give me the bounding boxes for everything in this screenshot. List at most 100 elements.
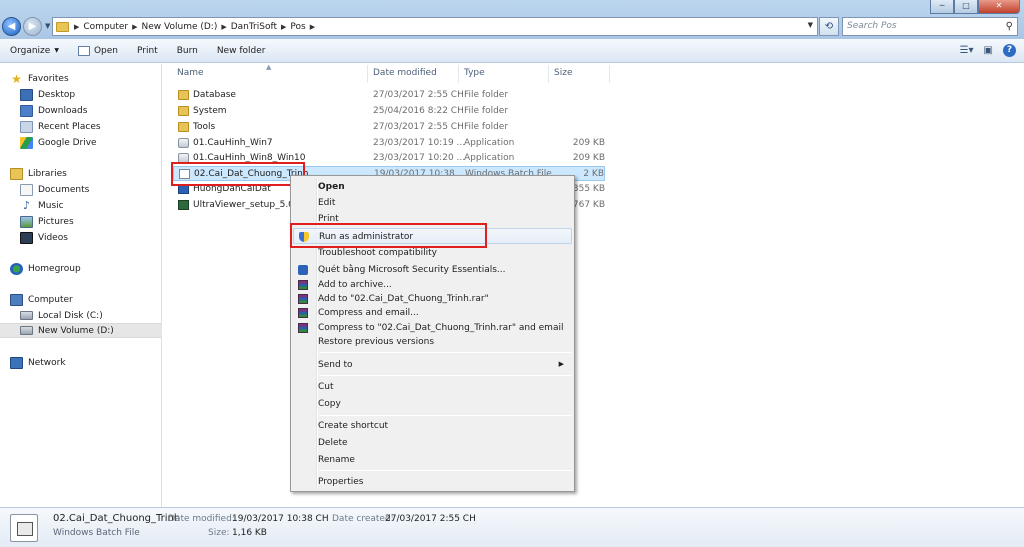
nav-documents[interactable]: Documents (0, 182, 162, 197)
nav-label: Local Disk (C:) (38, 310, 103, 321)
nav-label: Computer (28, 294, 73, 305)
nav-favorites[interactable]: ★ Favorites (0, 71, 162, 86)
print-button[interactable]: Print (137, 46, 158, 56)
menu-rename[interactable]: Rename (293, 452, 572, 468)
menu-properties[interactable]: Properties (293, 474, 572, 490)
folder-icon (178, 106, 189, 116)
winrar-icon (298, 294, 308, 304)
address-history-dropdown-icon[interactable]: ▼ (808, 21, 813, 29)
file-highlight-box (171, 162, 305, 186)
burn-button[interactable]: Burn (177, 46, 198, 56)
nav-videos[interactable]: Videos (0, 230, 162, 245)
organize-button[interactable]: Organize ▼ (10, 46, 59, 56)
breadcrumb-computer[interactable]: Computer (83, 22, 128, 32)
file-name: Tools (193, 122, 216, 132)
menu-restore-previous-versions[interactable]: Restore previous versions (293, 334, 572, 350)
menu-separator (319, 415, 572, 416)
open-label: Open (93, 45, 118, 56)
view-options-icon[interactable]: ☰▾ (960, 45, 974, 56)
menu-label: Compress and email... (318, 308, 419, 318)
column-header-name[interactable]: Name (177, 68, 204, 78)
menu-scan-mse[interactable]: Quét bằng Microsoft Security Essentials.… (293, 262, 572, 278)
column-divider[interactable] (458, 65, 459, 83)
nav-music[interactable]: ♪ Music (0, 198, 162, 213)
maximize-button[interactable]: □ (954, 0, 978, 14)
column-header-size[interactable]: Size (554, 68, 572, 78)
column-header-date[interactable]: Date modified (373, 68, 437, 78)
nav-homegroup[interactable]: Homegroup (0, 261, 162, 276)
menu-label: Add to archive... (318, 280, 392, 290)
nav-label: Desktop (38, 89, 76, 100)
close-button[interactable]: ✕ (978, 0, 1020, 14)
nav-label: Favorites (28, 73, 69, 84)
refresh-button[interactable]: ⟲ (819, 17, 839, 36)
menu-copy[interactable]: Copy (293, 396, 572, 412)
column-divider[interactable] (367, 65, 368, 83)
recent-pages-dropdown-icon[interactable]: ▼ (45, 22, 50, 30)
nav-new-volume[interactable]: New Volume (D:) (0, 323, 162, 338)
search-input[interactable]: Search Pos ⚲ (842, 17, 1018, 36)
column-header-type[interactable]: Type (464, 68, 485, 78)
folder-icon (178, 90, 189, 100)
new-folder-button[interactable]: New folder (217, 46, 266, 56)
installer-icon (178, 200, 189, 210)
file-size: 2 KB (583, 169, 604, 179)
file-type: File folder (464, 90, 509, 100)
nav-google-drive[interactable]: Google Drive (0, 135, 162, 150)
file-row-cauhinh-win7[interactable]: 01.CauHinh_Win7 23/03/2017 10:19 ... App… (173, 136, 605, 151)
run-as-admin-highlight-box (290, 223, 487, 248)
open-icon (77, 45, 90, 56)
preview-pane-icon[interactable]: ▣ (984, 45, 993, 56)
column-divider[interactable] (548, 65, 549, 83)
menu-open[interactable]: Open (293, 179, 572, 195)
nav-pictures[interactable]: Pictures (0, 214, 162, 229)
nav-libraries[interactable]: Libraries (0, 166, 162, 181)
menu-label: Edit (318, 198, 336, 208)
nav-label: Network (28, 357, 66, 368)
address-field[interactable]: ▶ Computer ▶ New Volume (D:) ▶ DanTriSof… (52, 17, 818, 36)
search-icon[interactable]: ⚲ (1006, 18, 1013, 35)
menu-edit[interactable]: Edit (293, 195, 572, 211)
chevron-right-icon[interactable]: ▶ (221, 23, 226, 31)
nav-network[interactable]: Network (0, 355, 162, 370)
nav-downloads[interactable]: Downloads (0, 103, 162, 118)
details-pane: 02.Cai_Dat_Chuong_Trinh Windows Batch Fi… (0, 507, 1024, 547)
menu-delete[interactable]: Delete (293, 435, 572, 451)
help-icon[interactable]: ? (1003, 44, 1016, 57)
menu-send-to[interactable]: Send to ▶ (293, 357, 572, 373)
file-row-database[interactable]: Database 27/03/2017 2:55 CH File folder (173, 88, 605, 103)
column-divider[interactable] (609, 65, 610, 83)
forward-button[interactable]: ▶ (23, 16, 42, 36)
open-button[interactable]: Open (77, 45, 118, 56)
file-row-tools[interactable]: Tools 27/03/2017 2:55 CH File folder (173, 120, 605, 135)
details-modified-value: 19/03/2017 10:38 CH (232, 514, 329, 524)
menu-label: Quét bằng Microsoft Security Essentials.… (318, 265, 506, 275)
menu-label: Troubleshoot compatibility (318, 248, 437, 258)
menu-separator (319, 375, 572, 376)
breadcrumb-dantrisoft[interactable]: DanTriSoft (231, 22, 277, 32)
chevron-right-icon[interactable]: ▶ (74, 23, 79, 31)
nav-desktop[interactable]: Desktop (0, 87, 162, 102)
desktop-icon (20, 88, 33, 101)
nav-local-disk[interactable]: Local Disk (C:) (0, 308, 162, 323)
file-row-system[interactable]: System 25/04/2016 8:22 CH File folder (173, 104, 605, 119)
back-button[interactable]: ◀ (2, 16, 21, 36)
details-modified-label: Date modified: (168, 514, 235, 524)
chevron-right-icon[interactable]: ▶ (310, 23, 315, 31)
pictures-icon (20, 215, 33, 228)
details-size-label: Size: (208, 528, 230, 538)
menu-compress-email[interactable]: Compress and email... (293, 305, 572, 321)
nav-recent-places[interactable]: Recent Places (0, 119, 162, 134)
file-date: 27/03/2017 2:55 CH (373, 122, 464, 132)
nav-label: Recent Places (38, 121, 101, 132)
menu-cut[interactable]: Cut (293, 379, 572, 395)
file-size: 355 KB (572, 184, 605, 194)
minimize-button[interactable]: ─ (930, 0, 954, 14)
breadcrumb-pos[interactable]: Pos (290, 22, 305, 32)
nav-computer[interactable]: Computer (0, 292, 162, 307)
chevron-right-icon[interactable]: ▶ (281, 23, 286, 31)
chevron-right-icon[interactable]: ▶ (132, 23, 137, 31)
menu-create-shortcut[interactable]: Create shortcut (293, 418, 572, 434)
breadcrumb-new-volume[interactable]: New Volume (D:) (142, 22, 218, 32)
security-essentials-icon (298, 265, 308, 275)
